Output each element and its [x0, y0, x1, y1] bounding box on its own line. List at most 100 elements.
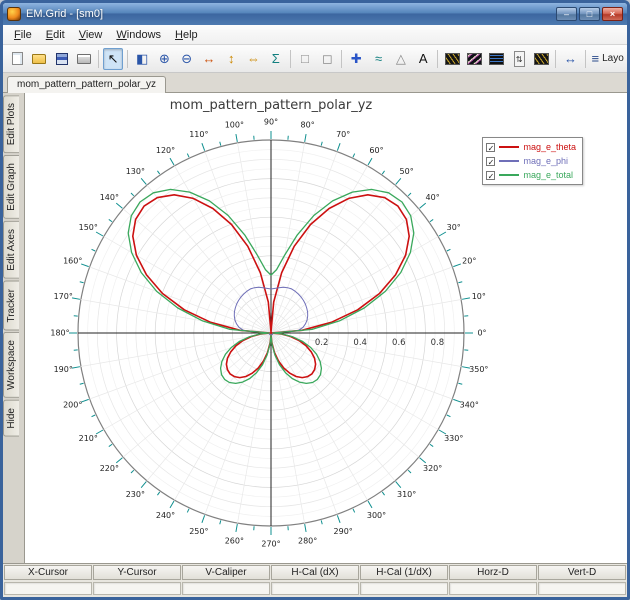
angle-tick — [71, 366, 81, 369]
zoom-x-extents-button[interactable]: ↔ — [199, 48, 219, 70]
angle-label: 210° — [79, 434, 98, 443]
angle-tick — [381, 491, 385, 496]
legend-row: ✓ mag_e_phi — [486, 155, 576, 167]
radial-label: 0.2 — [315, 338, 329, 348]
zoom-window-button[interactable]: ◧ — [132, 48, 152, 70]
angle-tick — [320, 141, 323, 146]
side-tab-edit-plots[interactable]: Edit Plots — [3, 95, 19, 154]
save-button[interactable] — [52, 48, 72, 70]
new-file-button[interactable] — [7, 48, 27, 70]
angle-tick — [446, 414, 451, 418]
angle-tick — [429, 443, 434, 447]
angle-tick — [79, 281, 84, 284]
open-file-button[interactable] — [29, 48, 49, 70]
status-col-x-cursor: X-Cursor — [4, 565, 92, 597]
status-col-v-caliper: V-Caliper — [182, 565, 270, 597]
legend-checkbox-mag_e_total[interactable]: ✓ — [486, 170, 496, 181]
legend-checkbox-mag_e_phi[interactable]: ✓ — [486, 156, 496, 167]
status-col-h-cal-dx-: H-Cal (dX) — [271, 565, 359, 597]
pattern-cut-button[interactable] — [531, 48, 551, 70]
legend-line-sample — [499, 146, 520, 148]
angle-label: 40° — [426, 193, 440, 202]
layout-chunk[interactable]: ≡ Layou — [589, 51, 625, 66]
angle-label: 320° — [423, 464, 442, 473]
menu-windows[interactable]: Windows — [109, 27, 168, 43]
zoom-in-button[interactable]: ⊕ — [154, 48, 174, 70]
side-tab-edit-axes[interactable]: Edit Axes — [3, 221, 19, 279]
toolbar-separator — [555, 49, 557, 68]
angle-tick — [235, 523, 238, 533]
angle-tick — [157, 170, 161, 175]
angle-label: 280° — [298, 536, 317, 545]
menu-help[interactable]: Help — [168, 27, 205, 43]
document-tab[interactable]: mom_pattern_pattern_polar_yz — [7, 76, 166, 93]
status-col-vert-d: Vert-D — [538, 565, 626, 597]
toolbar-separator — [437, 49, 439, 68]
angle-label: 350° — [469, 365, 488, 374]
print-button[interactable] — [74, 48, 94, 70]
angle-tick — [458, 281, 463, 284]
angle-tick — [453, 263, 461, 268]
grid-toggle-button[interactable]: □ — [295, 48, 315, 70]
status-value — [4, 582, 92, 595]
triangle-marker-button[interactable]: △ — [391, 48, 411, 70]
close-button[interactable]: × — [602, 7, 623, 21]
fit-width-button[interactable]: ⇔ — [243, 48, 263, 70]
side-tab-hide[interactable]: Hide — [3, 400, 19, 437]
radial-label: 0.4 — [353, 338, 367, 348]
legend-line-sample — [499, 160, 520, 162]
angle-label: 190° — [54, 365, 73, 374]
new-file-icon — [11, 52, 23, 65]
title-bar[interactable]: EM.Grid - [sm0] – □ × — [3, 3, 627, 25]
maximize-button[interactable]: □ — [579, 7, 600, 21]
angle-tick — [140, 177, 147, 185]
zoom-out-button[interactable]: ⊖ — [177, 48, 197, 70]
side-tab-edit-graph[interactable]: Edit Graph — [3, 155, 19, 220]
side-tab-tracker[interactable]: Tracker — [3, 280, 19, 331]
menu-view[interactable]: View — [72, 27, 110, 43]
angle-label: 200° — [63, 401, 82, 410]
menu-file[interactable]: File — [7, 27, 39, 43]
angle-label: 300° — [367, 511, 386, 520]
angle-tick — [91, 414, 96, 418]
angle-tick — [115, 457, 123, 464]
legend-label: mag_e_total — [523, 170, 573, 180]
legend-label: mag_e_theta — [523, 142, 576, 152]
angle-tick — [367, 157, 373, 166]
legend-row: ✓ mag_e_total — [486, 169, 576, 181]
angle-label: 310° — [397, 490, 416, 499]
angle-label: 110° — [189, 130, 208, 139]
angle-label: 180° — [50, 329, 69, 338]
side-tab-workspace[interactable]: Workspace — [3, 332, 19, 399]
angle-label: 240° — [156, 511, 175, 520]
angle-tick — [429, 219, 434, 223]
pattern-grid-icon — [489, 52, 505, 65]
smooth-curve-button[interactable]: ≈ — [368, 48, 388, 70]
angle-tick — [219, 520, 222, 525]
status-header: H-Cal (1/dX) — [360, 565, 448, 580]
status-header: H-Cal (dX) — [271, 565, 359, 580]
angle-tick — [367, 500, 373, 509]
expand-horizontal-button[interactable]: ↔ — [560, 48, 580, 70]
pattern-grid-button[interactable] — [487, 48, 507, 70]
minimize-button[interactable]: – — [556, 7, 577, 21]
angle-tick — [201, 515, 206, 523]
add-marker-button[interactable]: ✚ — [346, 48, 366, 70]
angle-label: 250° — [189, 527, 208, 536]
text-label-button[interactable]: A — [413, 48, 433, 70]
angle-tick — [235, 133, 238, 143]
pattern-map-button[interactable] — [442, 48, 462, 70]
document-tabstrip: mom_pattern_pattern_polar_yz — [3, 73, 627, 93]
angle-label: 220° — [100, 464, 119, 473]
legend-checkbox-mag_e_theta[interactable]: ✓ — [486, 142, 496, 153]
frame-toggle-button[interactable]: ◻ — [317, 48, 337, 70]
pattern-3d-icon — [467, 52, 483, 65]
menu-edit[interactable]: Edit — [39, 27, 72, 43]
status-value — [182, 582, 270, 595]
fit-all-button[interactable]: Σ — [266, 48, 286, 70]
zoom-y-extents-button[interactable]: ↕ — [221, 48, 241, 70]
angle-tick — [115, 202, 123, 209]
select-cursor-button[interactable]: ↖ — [102, 47, 124, 70]
frame-spinner[interactable]: ⇅ — [509, 48, 529, 70]
pattern-3d-button[interactable] — [464, 48, 484, 70]
